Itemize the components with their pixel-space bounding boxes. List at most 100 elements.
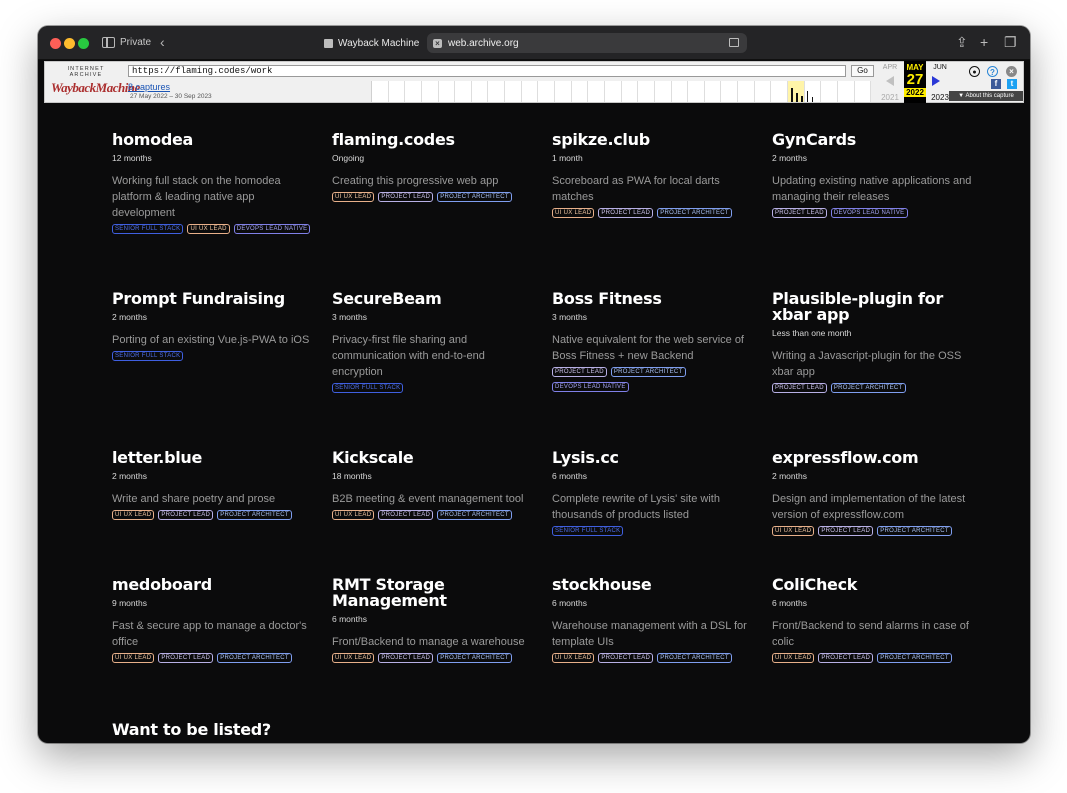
role-tag: PROJECT ARCHITECT <box>217 653 292 663</box>
current-year: 2022 <box>904 88 926 97</box>
calendar-prev[interactable]: APR 2021 <box>879 64 901 102</box>
role-tag: UI UX LEAD <box>112 653 155 663</box>
project-duration: Less than one month <box>772 328 852 338</box>
project-card[interactable]: stockhouse 6 months Warehouse management… <box>552 577 772 722</box>
close-window-button[interactable] <box>50 38 61 49</box>
tab-overview-icon[interactable]: ❐ <box>1004 34 1017 50</box>
project-description: Design and implementation of the latest … <box>772 493 966 521</box>
role-tag: PROJECT LEAD <box>772 208 827 218</box>
capture-bar <box>806 91 809 102</box>
wayback-url-input[interactable] <box>128 65 846 77</box>
go-button[interactable]: Go <box>851 65 874 77</box>
project-title: medoboard <box>112 575 212 594</box>
project-duration: 3 months <box>552 312 587 322</box>
role-tag: PROJECT ARCHITECT <box>877 653 952 663</box>
role-tag: SENIOR FULL STACK <box>332 383 404 393</box>
project-card[interactable]: Plausible-plugin for xbar app Less than … <box>772 291 992 450</box>
wayback-logo[interactable]: INTERNET ARCHIVE WaybackMachine <box>51 66 140 100</box>
back-arrow-icon[interactable]: ‹ <box>160 34 165 50</box>
spark-cell <box>455 81 472 102</box>
role-tag: PROJECT ARCHITECT <box>437 192 512 202</box>
spark-cell <box>672 81 689 102</box>
zoom-window-button[interactable] <box>78 38 89 49</box>
project-card[interactable]: Lysis.cc 6 months Complete rewrite of Ly… <box>552 450 772 577</box>
project-card[interactable]: Kickscale 18 months B2B meeting & event … <box>332 450 552 577</box>
tab-close-icon[interactable]: × <box>433 38 442 48</box>
minimize-window-button[interactable] <box>64 38 75 49</box>
spark-cell <box>405 81 422 102</box>
current-day: 27 <box>906 71 924 88</box>
project-card[interactable]: spikze.club 1 month Scoreboard as PWA fo… <box>552 132 772 291</box>
project-card[interactable]: ColiCheck 6 months Front/Backend to send… <box>772 577 992 722</box>
project-description: Complete rewrite of Lysis' site with tho… <box>552 493 720 521</box>
reader-mode-icon[interactable] <box>729 38 739 47</box>
project-tags: PROJECT LEAD PROJECT ARCHITECT <box>772 383 972 393</box>
role-tag: SENIOR FULL STACK <box>112 351 184 361</box>
project-card[interactable]: expressflow.com 2 months Design and impl… <box>772 450 992 577</box>
about-capture-button[interactable]: ▼ About this capture <box>949 91 1023 101</box>
project-description: Creating this progressive web app <box>332 175 499 187</box>
project-description: Front/Backend to manage a warehouse <box>332 636 525 648</box>
project-title: flaming.codes <box>332 130 455 149</box>
project-card[interactable]: Prompt Fundraising 2 months Porting of a… <box>112 291 332 450</box>
role-tag: DEVOPS LEAD NATIVE <box>830 208 908 218</box>
title-bar: Private ‹ Wayback Machine × web.archive.… <box>38 26 1030 60</box>
project-card[interactable]: flaming.codes Ongoing Creating this prog… <box>332 132 552 291</box>
project-tags: SENIOR FULL STACK <box>332 383 532 393</box>
project-duration: 9 months <box>112 598 147 608</box>
captures-link[interactable]: 8 captures <box>128 82 170 92</box>
role-tag: PROJECT ARCHITECT <box>657 208 732 218</box>
new-tab-icon[interactable]: + <box>980 34 988 50</box>
project-title: Boss Fitness <box>552 289 662 308</box>
tab-web-archive[interactable]: × web.archive.org <box>427 33 747 53</box>
project-duration: 1 month <box>552 153 583 163</box>
twitter-icon[interactable]: t <box>1007 79 1017 89</box>
project-tags: UI UX LEAD PROJECT LEAD PROJECT ARCHITECT <box>112 653 312 663</box>
project-description: Fast & secure app to manage a doctor's o… <box>112 620 307 648</box>
close-toolbar-icon[interactable]: × <box>1006 66 1017 77</box>
project-card[interactable]: letter.blue 2 months Write and share poe… <box>112 450 332 577</box>
role-tag: SENIOR FULL STACK <box>112 224 184 234</box>
calendar-next[interactable]: JUN 2023 <box>929 64 951 102</box>
project-description: Native equivalent for the web service of… <box>552 334 744 362</box>
project-tags: UI UX LEAD PROJECT LEAD PROJECT ARCHITECT <box>552 208 752 218</box>
project-duration: 6 months <box>552 471 587 481</box>
facebook-icon[interactable]: f <box>991 79 1001 89</box>
project-tags: SENIOR FULL STACK UI UX LEAD DEVOPS LEAD N… <box>112 224 312 234</box>
role-tag: PROJECT ARCHITECT <box>217 510 292 520</box>
spark-cell <box>538 81 556 102</box>
capture-bar <box>811 97 814 102</box>
spark-cell <box>838 81 855 102</box>
project-duration: 18 months <box>332 471 372 481</box>
tab-wayback-machine[interactable]: Wayback Machine <box>324 34 419 52</box>
capture-sparkline[interactable] <box>371 81 872 102</box>
help-icon[interactable]: ? <box>987 66 998 77</box>
spark-cell <box>472 81 489 102</box>
project-description: Porting of an existing Vue.js-PWA to iOS <box>112 334 310 346</box>
spark-cell <box>705 81 722 102</box>
project-card[interactable]: medoboard 9 months Fast & secure app to … <box>112 577 332 722</box>
project-duration: 2 months <box>772 153 807 163</box>
prev-capture-arrow-icon[interactable] <box>886 76 894 86</box>
spark-cell <box>622 81 639 102</box>
want-listed-heading: Want to be listed? <box>112 720 271 739</box>
project-description: Privacy-first file sharing and communica… <box>332 334 485 378</box>
wayback-toolbar: INTERNET ARCHIVE WaybackMachine Go 8 cap… <box>44 61 1024 103</box>
project-card[interactable]: RMT Storage Management 6 months Front/Ba… <box>332 577 552 722</box>
spark-cell <box>439 81 456 102</box>
project-tags: SENIOR FULL STACK <box>112 351 312 361</box>
share-icon[interactable]: ⇪ <box>956 34 968 50</box>
project-card[interactable]: Boss Fitness 3 months Native equivalent … <box>552 291 772 450</box>
project-title: stockhouse <box>552 575 652 594</box>
sidebar-toggle-icon[interactable] <box>102 37 115 48</box>
account-icon[interactable]: ● <box>969 66 980 77</box>
project-card[interactable]: SecureBeam 3 months Privacy-first file s… <box>332 291 552 450</box>
next-year: 2023 <box>931 93 949 102</box>
next-capture-arrow-icon[interactable] <box>932 76 940 86</box>
project-card[interactable]: homodea 12 months Working full stack on … <box>112 132 332 291</box>
role-tag: SENIOR FULL STACK <box>552 526 624 536</box>
project-duration: 2 months <box>112 312 147 322</box>
private-label: Private <box>120 37 152 48</box>
role-tag: UI UX LEAD <box>552 208 595 218</box>
project-card[interactable]: GynCards 2 months Updating existing nati… <box>772 132 992 291</box>
